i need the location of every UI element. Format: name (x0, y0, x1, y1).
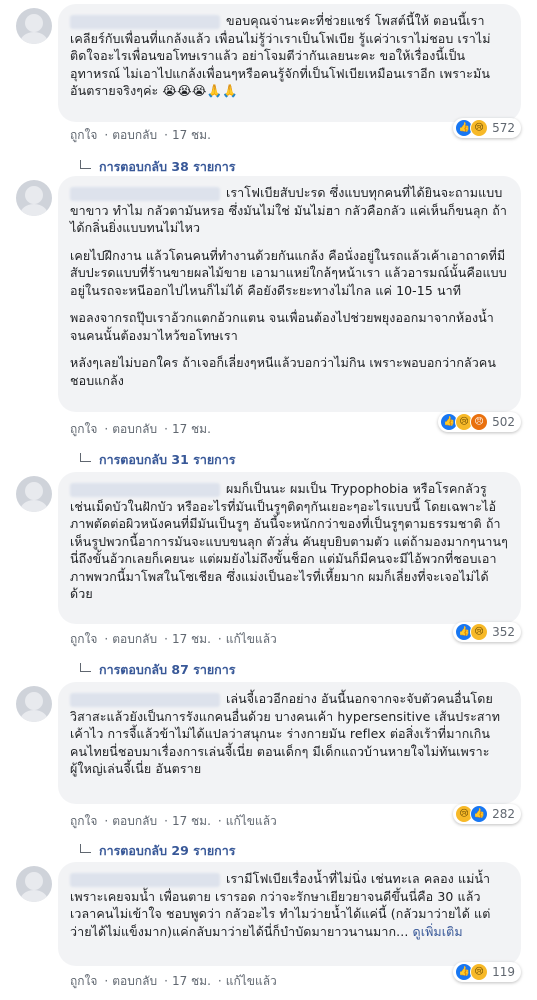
reaction-summary[interactable]: 👍 😢 119 (453, 962, 521, 982)
reaction-summary[interactable]: 👍 😢 572 (453, 118, 521, 138)
comment-actions: ถูกใจ · ตอบกลับ · 17 ชม. · แก้ไขแล้ว (70, 974, 277, 988)
like-link[interactable]: ถูกใจ (70, 422, 97, 436)
edited-label[interactable]: แก้ไขแล้ว (226, 632, 277, 646)
reaction-summary[interactable]: 👍 😢 352 (453, 622, 521, 642)
like-icon: 👍 (470, 805, 489, 823)
comment-text: พอลงจากรถปุ๊บเราอ้วกแตกอ้วกแตน จนเพื่อนต… (70, 310, 494, 343)
comment-bubble: ผมก็เป็นนะ ผมเป็น Trypophobia หรือโรคกลั… (58, 472, 521, 624)
reaction-summary[interactable]: 😢 👍 282 (453, 804, 521, 824)
reply-arrow-icon (80, 843, 91, 853)
replies-count: การตอบกลับ 29 รายการ (99, 843, 236, 858)
timestamp[interactable]: 17 ชม. (172, 974, 211, 988)
commenter-name[interactable] (70, 482, 220, 497)
like-link[interactable]: ถูกใจ (70, 632, 97, 646)
sad-icon: 😢 (470, 963, 489, 981)
timestamp[interactable]: 17 ชม. (172, 422, 211, 436)
commenter-name[interactable] (70, 872, 220, 887)
commenter-name[interactable] (70, 692, 220, 707)
sad-icon: 😢 (470, 119, 489, 137)
reaction-count: 352 (492, 625, 515, 639)
reply-link[interactable]: ตอบกลับ (112, 422, 157, 436)
reaction-summary[interactable]: 👍 😢 😠 502 (438, 412, 521, 432)
reply-link[interactable]: ตอบกลับ (112, 632, 157, 646)
avatar[interactable] (16, 686, 52, 722)
like-link[interactable]: ถูกใจ (70, 814, 97, 828)
like-link[interactable]: ถูกใจ (70, 128, 97, 142)
like-link[interactable]: ถูกใจ (70, 974, 97, 988)
comment-bubble: เราโฟเบียสับปะรด ซึ่งแบบทุกคนที่ได้ยินจะ… (58, 176, 521, 412)
reply-link[interactable]: ตอบกลับ (112, 128, 157, 142)
commenter-name[interactable] (70, 14, 220, 29)
view-replies-link[interactable]: การตอบกลับ 29 รายการ (80, 841, 235, 861)
reply-arrow-icon (80, 662, 91, 672)
reply-link[interactable]: ตอบกลับ (112, 814, 157, 828)
view-replies-link[interactable]: การตอบกลับ 38 รายการ (80, 157, 235, 177)
comment-text: หลังๆเลยไม่บอกใคร ถ้าเจอก็เลี่ยงๆหนีแล้ว… (70, 355, 496, 388)
reaction-count: 572 (492, 121, 515, 135)
avatar[interactable] (16, 476, 52, 512)
replies-count: การตอบกลับ 31 รายการ (99, 452, 236, 467)
reaction-count: 119 (492, 965, 515, 979)
timestamp[interactable]: 17 ชม. (172, 632, 211, 646)
edited-label[interactable]: แก้ไขแล้ว (226, 814, 277, 828)
comment-bubble: เล่นจี้เอวอีกอย่าง อันนี้นอกจากจะจับตัวค… (58, 682, 521, 804)
avatar[interactable] (16, 180, 52, 216)
avatar[interactable] (16, 866, 52, 902)
replies-count: การตอบกลับ 38 รายการ (99, 159, 236, 174)
reply-arrow-icon (80, 159, 91, 169)
avatar[interactable] (16, 8, 52, 44)
comment-actions: ถูกใจ · ตอบกลับ · 17 ชม. (70, 128, 211, 142)
comment-text: ผมก็เป็นนะ ผมเป็น Trypophobia หรือโรคกลั… (70, 481, 508, 601)
comment-actions: ถูกใจ · ตอบกลับ · 17 ชม. · แก้ไขแล้ว (70, 632, 277, 646)
replies-count: การตอบกลับ 87 รายการ (99, 662, 236, 677)
comment-bubble: ขอบคุณจ่านะคะที่ช่วยแชร์ โพสต์นี้ให้ ตอน… (58, 4, 521, 122)
commenter-name[interactable] (70, 186, 220, 201)
view-replies-link[interactable]: การตอบกลับ 31 รายการ (80, 450, 235, 470)
edited-label[interactable]: แก้ไขแล้ว (226, 974, 277, 988)
reaction-count: 502 (492, 415, 515, 429)
comment-actions: ถูกใจ · ตอบกลับ · 17 ชม. (70, 422, 211, 436)
comment-text: เคยไปฝึกงาน แล้วโดนคนที่ทำงานด้วยกันแกล้… (70, 247, 507, 298)
timestamp[interactable]: 17 ชม. (172, 128, 211, 142)
comment-actions: ถูกใจ · ตอบกลับ · 17 ชม. · แก้ไขแล้ว (70, 814, 277, 828)
angry-icon: 😠 (470, 413, 489, 431)
see-more-link[interactable]: ดูเพิ่มเติม (412, 924, 462, 939)
timestamp[interactable]: 17 ชม. (172, 814, 211, 828)
view-replies-link[interactable]: การตอบกลับ 87 รายการ (80, 660, 235, 680)
reaction-count: 282 (492, 807, 515, 821)
reply-arrow-icon (80, 452, 91, 462)
sad-icon: 😢 (470, 623, 489, 641)
reply-link[interactable]: ตอบกลับ (112, 974, 157, 988)
comment-bubble: เรามีโฟเบียเรื่องน้ำที่ไม่นิ่ง เช่นทะเล … (58, 862, 521, 966)
